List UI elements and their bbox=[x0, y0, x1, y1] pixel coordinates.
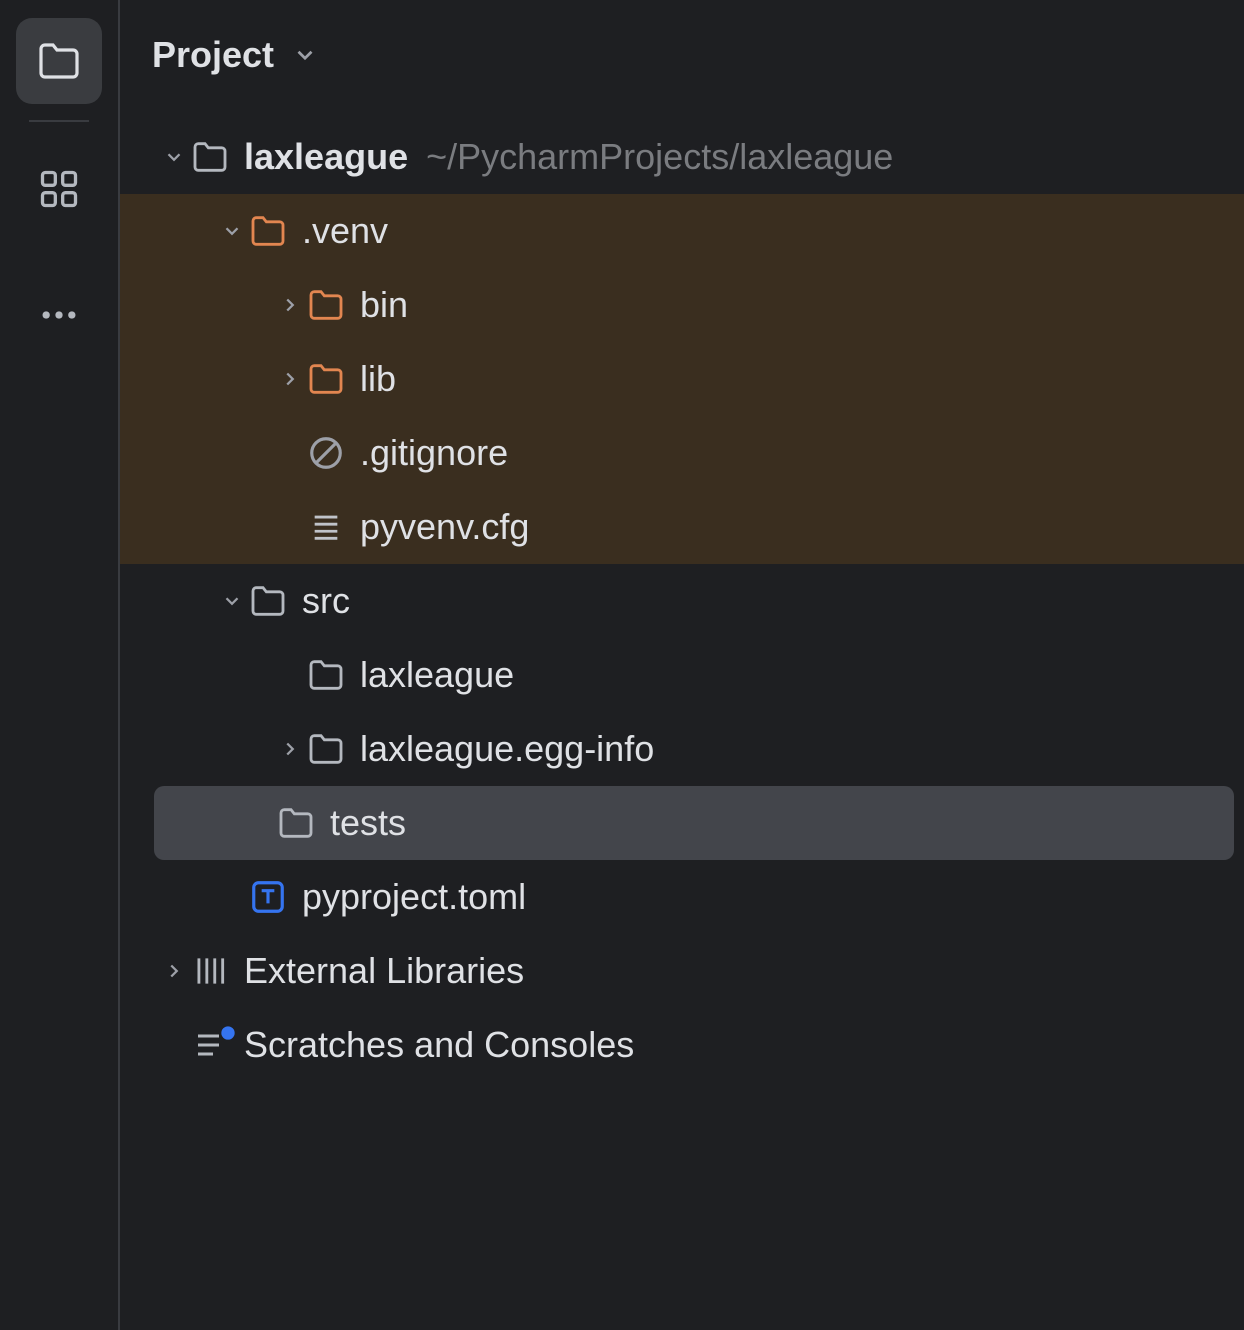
panel-header[interactable]: Project bbox=[120, 0, 1244, 110]
tree-node-src[interactable]: src bbox=[120, 564, 1244, 638]
toml-file-icon bbox=[246, 878, 290, 916]
folder-icon bbox=[188, 137, 232, 177]
chevron-right-icon[interactable] bbox=[160, 960, 188, 982]
chevron-right-icon[interactable] bbox=[276, 294, 304, 316]
node-label: src bbox=[302, 580, 350, 622]
scratches-icon bbox=[188, 1027, 232, 1063]
more-horizontal-icon bbox=[37, 293, 81, 337]
tree-node-laxleague-pkg[interactable]: laxleague bbox=[120, 638, 1244, 712]
more-tool-button[interactable] bbox=[16, 272, 102, 358]
project-panel: Project laxleague ~/PycharmProjects/laxl… bbox=[120, 0, 1244, 1330]
ignored-file-icon bbox=[304, 434, 348, 472]
text-file-icon bbox=[304, 510, 348, 544]
tree-node-scratches[interactable]: Scratches and Consoles bbox=[120, 1008, 1244, 1082]
node-path-hint: ~/PycharmProjects/laxleague bbox=[426, 136, 893, 178]
tree-node-bin[interactable]: bin bbox=[120, 268, 1244, 342]
chevron-down-icon[interactable] bbox=[218, 220, 246, 242]
tree-node-external-libraries[interactable]: External Libraries bbox=[120, 934, 1244, 1008]
node-label: pyproject.toml bbox=[302, 876, 526, 918]
folder-excluded-icon bbox=[304, 359, 348, 399]
node-label: Scratches and Consoles bbox=[244, 1024, 634, 1066]
chevron-right-icon[interactable] bbox=[276, 738, 304, 760]
tree-node-root[interactable]: laxleague ~/PycharmProjects/laxleague bbox=[120, 120, 1244, 194]
node-label: pyvenv.cfg bbox=[360, 506, 529, 548]
tree-node-egginfo[interactable]: laxleague.egg-info bbox=[120, 712, 1244, 786]
left-toolbar bbox=[0, 0, 120, 1330]
panel-title: Project bbox=[152, 34, 274, 76]
tree-node-gitignore[interactable]: .gitignore bbox=[120, 416, 1244, 490]
tree-node-pyvenvcfg[interactable]: pyvenv.cfg bbox=[120, 490, 1244, 564]
folder-icon bbox=[35, 37, 83, 85]
tree-node-venv[interactable]: .venv bbox=[120, 194, 1244, 268]
node-label: External Libraries bbox=[244, 950, 524, 992]
folder-icon bbox=[304, 729, 348, 769]
chevron-right-icon[interactable] bbox=[276, 368, 304, 390]
chevron-down-icon bbox=[292, 42, 318, 68]
folder-icon bbox=[274, 803, 318, 843]
node-label: tests bbox=[330, 802, 406, 844]
folder-icon bbox=[304, 655, 348, 695]
node-label: laxleague bbox=[244, 136, 408, 178]
folder-excluded-icon bbox=[246, 211, 290, 251]
tree-node-pyproject[interactable]: pyproject.toml bbox=[120, 860, 1244, 934]
node-label: laxleague.egg-info bbox=[360, 728, 654, 770]
chevron-down-icon[interactable] bbox=[218, 590, 246, 612]
node-label: bin bbox=[360, 284, 408, 326]
folder-icon bbox=[246, 581, 290, 621]
toolbar-divider bbox=[29, 120, 89, 122]
node-label: lib bbox=[360, 358, 396, 400]
node-label: .venv bbox=[302, 210, 388, 252]
node-label: .gitignore bbox=[360, 432, 508, 474]
project-tool-button[interactable] bbox=[16, 18, 102, 104]
tree-node-lib[interactable]: lib bbox=[120, 342, 1244, 416]
structure-icon bbox=[37, 167, 81, 211]
library-icon bbox=[188, 952, 232, 990]
node-label: laxleague bbox=[360, 654, 514, 696]
folder-excluded-icon bbox=[304, 285, 348, 325]
structure-tool-button[interactable] bbox=[16, 146, 102, 232]
chevron-down-icon[interactable] bbox=[160, 146, 188, 168]
project-tree: laxleague ~/PycharmProjects/laxleague .v… bbox=[120, 110, 1244, 1082]
tree-node-tests[interactable]: tests bbox=[154, 786, 1234, 860]
